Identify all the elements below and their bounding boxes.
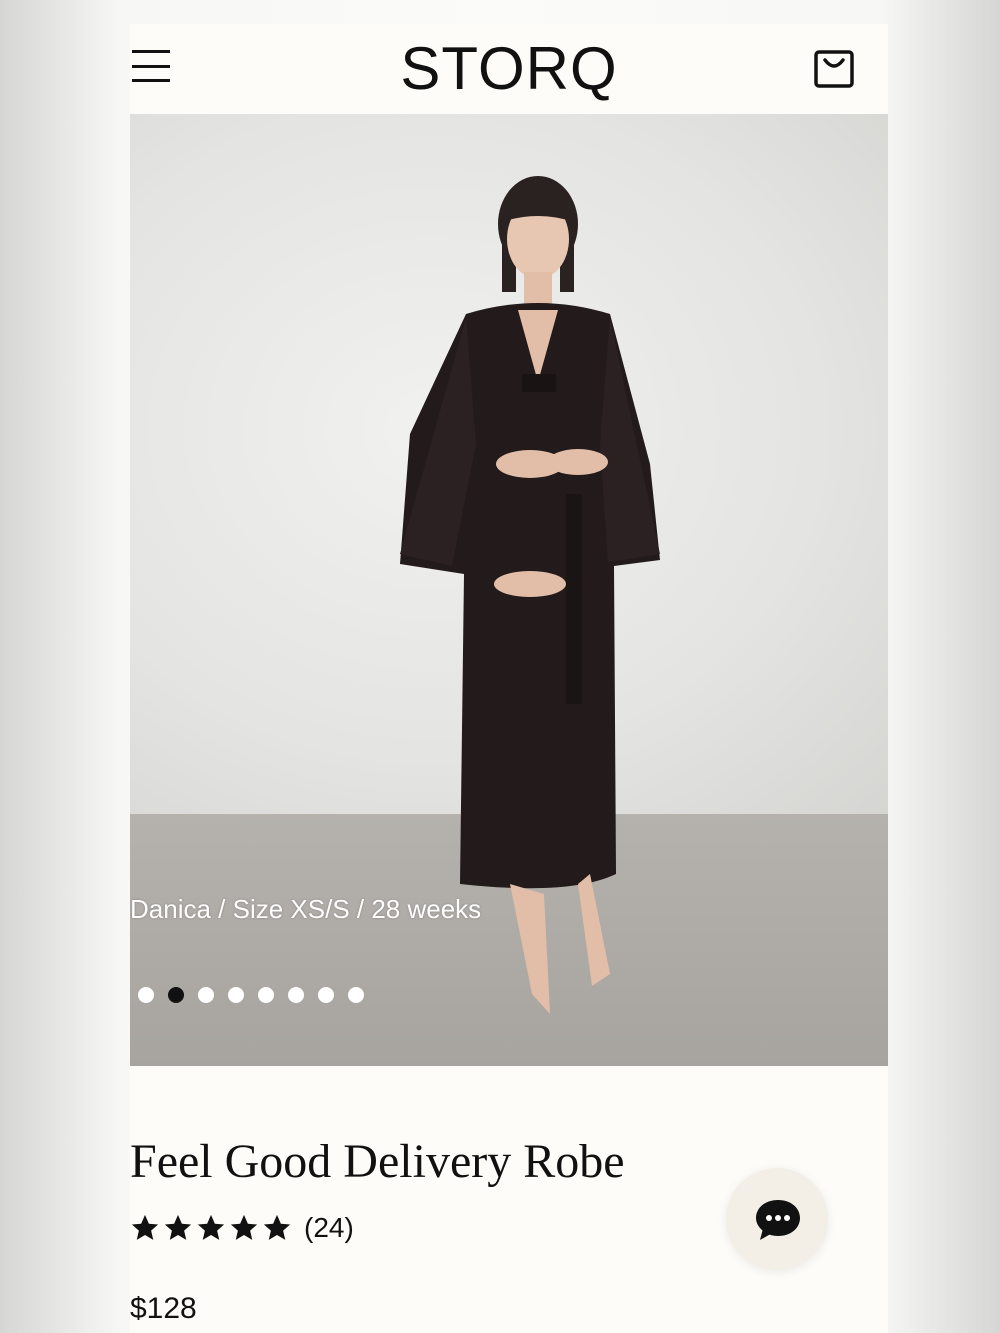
image-caption: Danica / Size XS/S / 28 weeks [130, 894, 482, 924]
chat-button[interactable] [726, 1168, 828, 1270]
site-logo[interactable]: STORQ [130, 34, 888, 104]
product-rating[interactable]: (24) [130, 1212, 354, 1244]
rating-stars [130, 1213, 292, 1243]
product-image-carousel[interactable]: Danica / Size XS/S / 28 weeks [130, 114, 888, 1066]
star-icon [131, 1214, 159, 1240]
review-count[interactable]: (24) [304, 1212, 354, 1244]
carousel-dot-1[interactable] [138, 987, 154, 1003]
shopping-bag-icon[interactable] [812, 46, 856, 90]
star-icon [263, 1214, 291, 1240]
product-title: Feel Good Delivery Robe [130, 1135, 625, 1188]
star-icon [164, 1214, 192, 1240]
carousel-dot-5[interactable] [258, 987, 274, 1003]
carousel-dot-8[interactable] [348, 987, 364, 1003]
carousel-dots [138, 987, 364, 1003]
carousel-dot-7[interactable] [318, 987, 334, 1003]
carousel-dot-3[interactable] [198, 987, 214, 1003]
product-page: STORQ Danica / Size XS/S / 28 weeks Feel… [130, 24, 888, 1333]
carousel-dot-4[interactable] [228, 987, 244, 1003]
carousel-dot-6[interactable] [288, 987, 304, 1003]
chat-bubble-icon [756, 1200, 800, 1240]
star-icon [197, 1214, 225, 1240]
carousel-dot-2[interactable] [168, 987, 184, 1003]
site-header: STORQ [130, 24, 888, 114]
product-price: $128 [130, 1292, 197, 1325]
star-icon [230, 1214, 258, 1240]
